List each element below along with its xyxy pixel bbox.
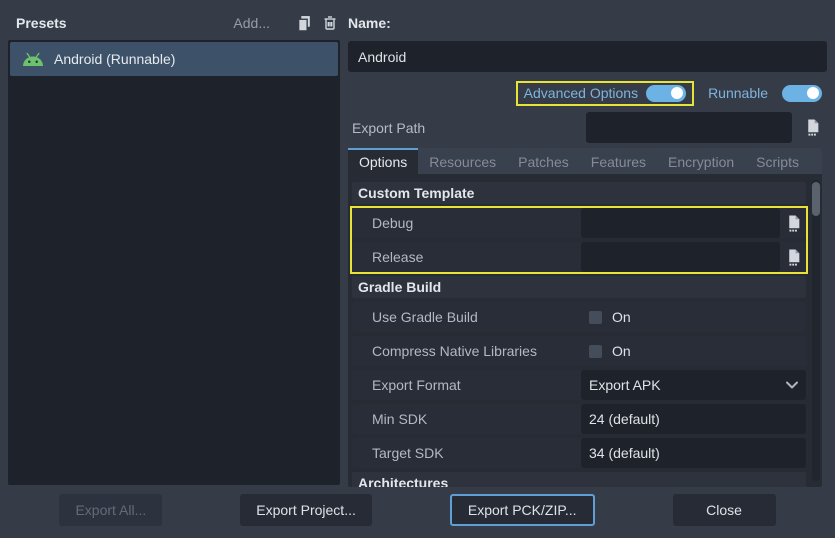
file-icon <box>786 249 801 266</box>
toggles-row: Advanced Options Runnable <box>348 79 822 107</box>
file-icon <box>805 119 820 136</box>
target-sdk-field[interactable]: 34 (default) <box>581 438 806 468</box>
tab-encryption[interactable]: Encryption <box>657 148 745 174</box>
trash-icon <box>322 15 338 31</box>
advanced-options-highlight: Advanced Options <box>516 81 694 106</box>
options-panel: Custom Template Debug <box>348 174 822 487</box>
scrollbar-grabber[interactable] <box>812 182 820 216</box>
compress-value: On <box>581 336 806 366</box>
tab-resources[interactable]: Resources <box>418 148 507 174</box>
use-gradle-checkbox[interactable] <box>589 311 602 324</box>
runnable-toggle[interactable] <box>782 85 822 102</box>
runnable-label: Runnable <box>708 85 768 101</box>
export-path-row: Export Path <box>352 112 827 143</box>
min-sdk-field[interactable]: 24 (default) <box>581 404 806 434</box>
export-dialog: Presets Add... <box>0 0 835 538</box>
duplicate-preset-button[interactable] <box>294 13 314 33</box>
name-input[interactable] <box>348 41 827 72</box>
export-project-button[interactable]: Export Project... <box>240 494 372 526</box>
tab-features[interactable]: Features <box>580 148 657 174</box>
tab-scripts[interactable]: Scripts <box>745 148 810 174</box>
release-browse-button[interactable] <box>780 242 806 272</box>
delete-preset-button[interactable] <box>320 13 340 33</box>
export-format-label: Export Format <box>352 370 581 400</box>
preset-item-android[interactable]: Android (Runnable) <box>10 42 338 76</box>
copy-icon <box>296 15 313 32</box>
debug-label: Debug <box>352 208 581 238</box>
presets-header: Presets Add... <box>16 10 340 36</box>
tab-patches[interactable]: Patches <box>507 148 580 174</box>
presets-list: Android (Runnable) <box>8 40 340 485</box>
preset-item-label: Android (Runnable) <box>54 51 175 67</box>
compress-checkbox[interactable] <box>589 345 602 358</box>
export-path-input[interactable] <box>586 112 792 143</box>
debug-browse-button[interactable] <box>780 208 806 238</box>
target-sdk-label: Target SDK <box>352 438 581 468</box>
section-custom-template: Custom Template <box>352 182 806 204</box>
section-gradle-build: Gradle Build <box>352 276 806 298</box>
chevron-down-icon <box>786 381 798 389</box>
export-tabs: Options Resources Patches Features Encry… <box>348 148 822 174</box>
row-compress-native-libraries: Compress Native Libraries On <box>352 336 806 366</box>
compress-on-label: On <box>612 343 631 359</box>
export-path-label: Export Path <box>352 120 425 136</box>
section-title: Custom Template <box>358 185 474 201</box>
section-architectures: Architectures <box>352 472 806 487</box>
row-target-sdk: Target SDK 34 (default) <box>352 438 806 468</box>
presets-title: Presets <box>16 15 67 31</box>
row-export-format: Export Format Export APK <box>352 370 806 400</box>
release-path-field[interactable] <box>581 242 780 272</box>
add-preset-button[interactable]: Add... <box>233 15 270 31</box>
export-format-value: Export APK <box>589 377 661 393</box>
row-min-sdk: Min SDK 24 (default) <box>352 404 806 434</box>
options-scrollbar[interactable] <box>812 180 820 481</box>
export-all-button: Export All... <box>59 494 162 526</box>
debug-path-field[interactable] <box>581 208 780 238</box>
use-gradle-value: On <box>581 302 806 332</box>
tab-options[interactable]: Options <box>348 148 418 174</box>
section-title: Gradle Build <box>358 279 441 295</box>
close-button[interactable]: Close <box>673 494 776 526</box>
use-gradle-label: Use Gradle Build <box>352 302 581 332</box>
advanced-options-toggle[interactable] <box>646 85 686 102</box>
file-icon <box>786 215 801 232</box>
min-sdk-label: Min SDK <box>352 404 581 434</box>
row-release: Release <box>352 242 806 272</box>
dialog-footer: Export All... Export Project... Export P… <box>0 488 835 538</box>
row-debug: Debug <box>352 208 806 238</box>
compress-label: Compress Native Libraries <box>352 336 581 366</box>
export-path-browse-button[interactable] <box>797 112 827 143</box>
use-gradle-on-label: On <box>612 309 631 325</box>
name-label: Name: <box>348 15 391 31</box>
export-format-dropdown[interactable]: Export APK <box>581 370 806 400</box>
export-pck-zip-button[interactable]: Export PCK/ZIP... <box>450 494 595 526</box>
release-label: Release <box>352 242 581 272</box>
advanced-options-label: Advanced Options <box>524 85 638 101</box>
android-icon <box>22 52 44 67</box>
custom-template-highlight: Debug Releas <box>352 208 806 272</box>
row-use-gradle-build: Use Gradle Build On <box>352 302 806 332</box>
section-title: Architectures <box>358 475 448 487</box>
